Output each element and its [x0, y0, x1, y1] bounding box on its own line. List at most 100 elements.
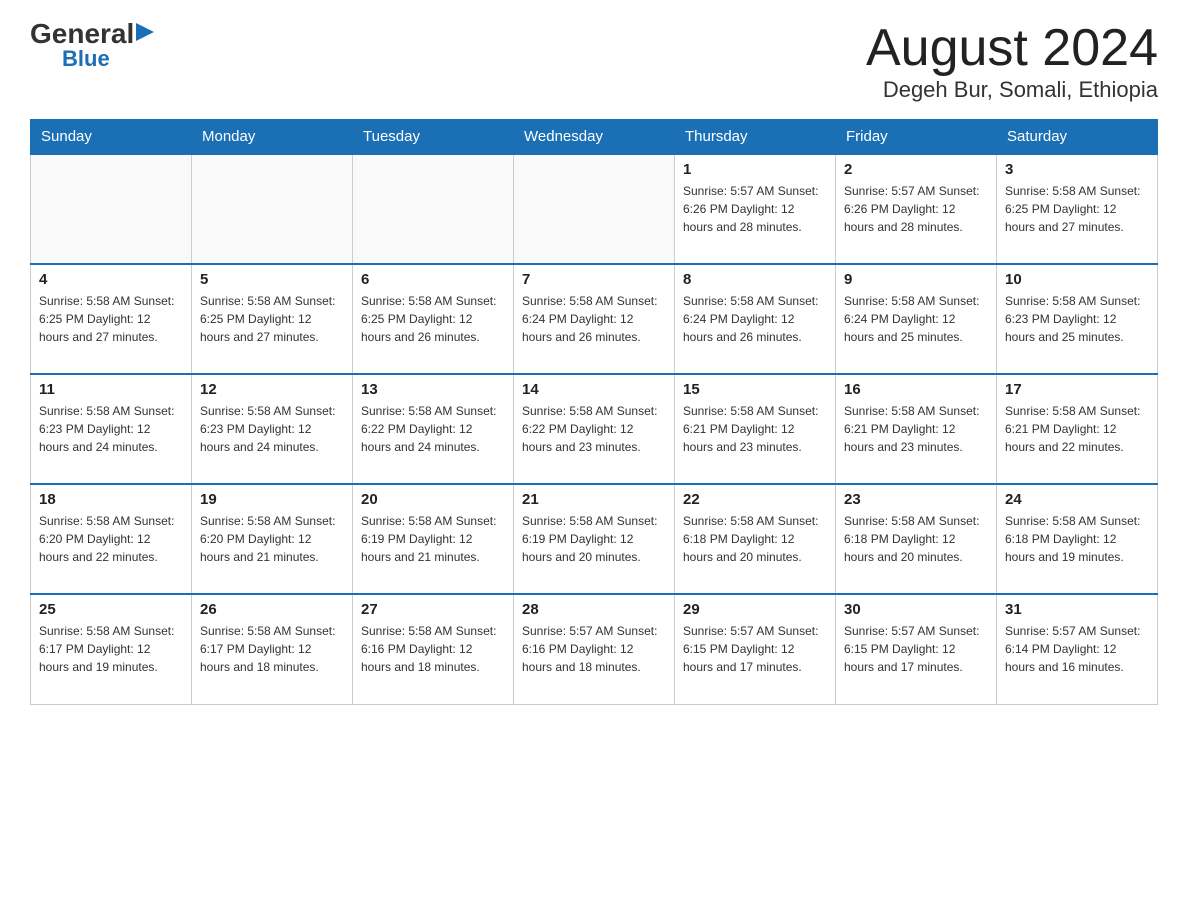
day-info: Sunrise: 5:58 AM Sunset: 6:19 PM Dayligh…: [522, 512, 666, 566]
day-number: 25: [39, 601, 183, 618]
location-text: Degeh Bur, Somali, Ethiopia: [866, 77, 1158, 103]
day-info: Sunrise: 5:58 AM Sunset: 6:25 PM Dayligh…: [39, 292, 183, 346]
calendar-cell: 16 Sunrise: 5:58 AM Sunset: 6:21 PM Dayli…: [836, 374, 997, 484]
logo-blue-text: Blue: [62, 48, 110, 70]
day-info: Sunrise: 5:58 AM Sunset: 6:22 PM Dayligh…: [361, 402, 505, 456]
day-number: 23: [844, 491, 988, 508]
day-info: Sunrise: 5:58 AM Sunset: 6:18 PM Dayligh…: [1005, 512, 1149, 566]
calendar-cell: 24 Sunrise: 5:58 AM Sunset: 6:18 PM Dayli…: [997, 484, 1158, 594]
day-number: 29: [683, 601, 827, 618]
calendar-cell: 15 Sunrise: 5:58 AM Sunset: 6:21 PM Dayli…: [675, 374, 836, 484]
calendar-cell: 31 Sunrise: 5:57 AM Sunset: 6:14 PM Dayli…: [997, 594, 1158, 704]
day-number: 17: [1005, 381, 1149, 398]
calendar-cell: [31, 154, 192, 264]
day-number: 10: [1005, 271, 1149, 288]
month-title: August 2024: [866, 20, 1158, 77]
day-number: 12: [200, 381, 344, 398]
day-number: 19: [200, 491, 344, 508]
calendar-table: SundayMondayTuesdayWednesdayThursdayFrid…: [30, 119, 1158, 705]
day-number: 11: [39, 381, 183, 398]
day-info: Sunrise: 5:58 AM Sunset: 6:23 PM Dayligh…: [1005, 292, 1149, 346]
logo-general-text: General: [30, 20, 134, 48]
day-number: 6: [361, 271, 505, 288]
day-number: 27: [361, 601, 505, 618]
calendar-cell: 1 Sunrise: 5:57 AM Sunset: 6:26 PM Daylig…: [675, 154, 836, 264]
page-header: General Blue August 2024 Degeh Bur, Soma…: [30, 20, 1158, 103]
day-info: Sunrise: 5:57 AM Sunset: 6:16 PM Dayligh…: [522, 622, 666, 676]
day-info: Sunrise: 5:58 AM Sunset: 6:21 PM Dayligh…: [1005, 402, 1149, 456]
day-info: Sunrise: 5:57 AM Sunset: 6:26 PM Dayligh…: [844, 182, 988, 236]
calendar-cell: 8 Sunrise: 5:58 AM Sunset: 6:24 PM Daylig…: [675, 264, 836, 374]
day-info: Sunrise: 5:58 AM Sunset: 6:21 PM Dayligh…: [844, 402, 988, 456]
day-number: 28: [522, 601, 666, 618]
day-number: 1: [683, 161, 827, 178]
day-number: 15: [683, 381, 827, 398]
calendar-cell: 29 Sunrise: 5:57 AM Sunset: 6:15 PM Dayli…: [675, 594, 836, 704]
calendar-cell: 19 Sunrise: 5:58 AM Sunset: 6:20 PM Dayli…: [192, 484, 353, 594]
day-number: 16: [844, 381, 988, 398]
day-info: Sunrise: 5:57 AM Sunset: 6:15 PM Dayligh…: [683, 622, 827, 676]
day-info: Sunrise: 5:58 AM Sunset: 6:23 PM Dayligh…: [39, 402, 183, 456]
calendar-cell: 20 Sunrise: 5:58 AM Sunset: 6:19 PM Dayli…: [353, 484, 514, 594]
calendar-cell: [514, 154, 675, 264]
day-number: 26: [200, 601, 344, 618]
calendar-cell: 23 Sunrise: 5:58 AM Sunset: 6:18 PM Dayli…: [836, 484, 997, 594]
day-number: 24: [1005, 491, 1149, 508]
calendar-cell: 28 Sunrise: 5:57 AM Sunset: 6:16 PM Dayli…: [514, 594, 675, 704]
day-number: 4: [39, 271, 183, 288]
calendar-cell: 2Sunrise: 5:57 AM Sunset: 6:26 PM Daylig…: [836, 154, 997, 264]
calendar-cell: 22Sunrise: 5:58 AM Sunset: 6:18 PM Dayli…: [675, 484, 836, 594]
calendar-cell: [192, 154, 353, 264]
day-info: Sunrise: 5:58 AM Sunset: 6:24 PM Dayligh…: [522, 292, 666, 346]
day-info: Sunrise: 5:58 AM Sunset: 6:18 PM Dayligh…: [683, 512, 827, 566]
calendar-cell: [353, 154, 514, 264]
calendar-week-row: 25 Sunrise: 5:58 AM Sunset: 6:17 PM Dayli…: [31, 594, 1158, 704]
day-info: Sunrise: 5:57 AM Sunset: 6:26 PM Dayligh…: [683, 182, 827, 236]
calendar-week-row: 18 Sunrise: 5:58 AM Sunset: 6:20 PM Dayli…: [31, 484, 1158, 594]
calendar-cell: 4 Sunrise: 5:58 AM Sunset: 6:25 PM Daylig…: [31, 264, 192, 374]
day-info: Sunrise: 5:58 AM Sunset: 6:24 PM Dayligh…: [844, 292, 988, 346]
day-header-saturday: Saturday: [997, 120, 1158, 155]
day-number: 8: [683, 271, 827, 288]
day-info: Sunrise: 5:57 AM Sunset: 6:15 PM Dayligh…: [844, 622, 988, 676]
day-info: Sunrise: 5:58 AM Sunset: 6:17 PM Dayligh…: [39, 622, 183, 676]
day-header-sunday: Sunday: [31, 120, 192, 155]
calendar-cell: 27 Sunrise: 5:58 AM Sunset: 6:16 PM Dayli…: [353, 594, 514, 704]
day-info: Sunrise: 5:58 AM Sunset: 6:20 PM Dayligh…: [39, 512, 183, 566]
day-info: Sunrise: 5:58 AM Sunset: 6:20 PM Dayligh…: [200, 512, 344, 566]
calendar-cell: 30 Sunrise: 5:57 AM Sunset: 6:15 PM Dayli…: [836, 594, 997, 704]
day-info: Sunrise: 5:58 AM Sunset: 6:21 PM Dayligh…: [683, 402, 827, 456]
title-block: August 2024 Degeh Bur, Somali, Ethiopia: [866, 20, 1158, 103]
day-number: 3: [1005, 161, 1149, 178]
day-info: Sunrise: 5:58 AM Sunset: 6:25 PM Dayligh…: [1005, 182, 1149, 236]
day-info: Sunrise: 5:58 AM Sunset: 6:18 PM Dayligh…: [844, 512, 988, 566]
day-number: 18: [39, 491, 183, 508]
calendar-cell: 17 Sunrise: 5:58 AM Sunset: 6:21 PM Dayli…: [997, 374, 1158, 484]
day-number: 7: [522, 271, 666, 288]
day-info: Sunrise: 5:57 AM Sunset: 6:14 PM Dayligh…: [1005, 622, 1149, 676]
calendar-cell: 25 Sunrise: 5:58 AM Sunset: 6:17 PM Dayli…: [31, 594, 192, 704]
day-info: Sunrise: 5:58 AM Sunset: 6:23 PM Dayligh…: [200, 402, 344, 456]
day-header-wednesday: Wednesday: [514, 120, 675, 155]
calendar-cell: 18 Sunrise: 5:58 AM Sunset: 6:20 PM Dayli…: [31, 484, 192, 594]
day-info: Sunrise: 5:58 AM Sunset: 6:17 PM Dayligh…: [200, 622, 344, 676]
calendar-week-row: 1 Sunrise: 5:57 AM Sunset: 6:26 PM Daylig…: [31, 154, 1158, 264]
calendar-cell: 6Sunrise: 5:58 AM Sunset: 6:25 PM Daylig…: [353, 264, 514, 374]
day-number: 14: [522, 381, 666, 398]
calendar-cell: 13Sunrise: 5:58 AM Sunset: 6:22 PM Dayli…: [353, 374, 514, 484]
day-info: Sunrise: 5:58 AM Sunset: 6:22 PM Dayligh…: [522, 402, 666, 456]
day-header-friday: Friday: [836, 120, 997, 155]
day-number: 30: [844, 601, 988, 618]
calendar-cell: 12 Sunrise: 5:58 AM Sunset: 6:23 PM Dayli…: [192, 374, 353, 484]
day-number: 21: [522, 491, 666, 508]
day-number: 9: [844, 271, 988, 288]
calendar-cell: 9 Sunrise: 5:58 AM Sunset: 6:24 PM Daylig…: [836, 264, 997, 374]
day-info: Sunrise: 5:58 AM Sunset: 6:19 PM Dayligh…: [361, 512, 505, 566]
calendar-cell: 21 Sunrise: 5:58 AM Sunset: 6:19 PM Dayli…: [514, 484, 675, 594]
day-info: Sunrise: 5:58 AM Sunset: 6:16 PM Dayligh…: [361, 622, 505, 676]
day-number: 31: [1005, 601, 1149, 618]
day-number: 20: [361, 491, 505, 508]
day-header-tuesday: Tuesday: [353, 120, 514, 155]
day-info: Sunrise: 5:58 AM Sunset: 6:25 PM Dayligh…: [200, 292, 344, 346]
day-info: Sunrise: 5:58 AM Sunset: 6:24 PM Dayligh…: [683, 292, 827, 346]
